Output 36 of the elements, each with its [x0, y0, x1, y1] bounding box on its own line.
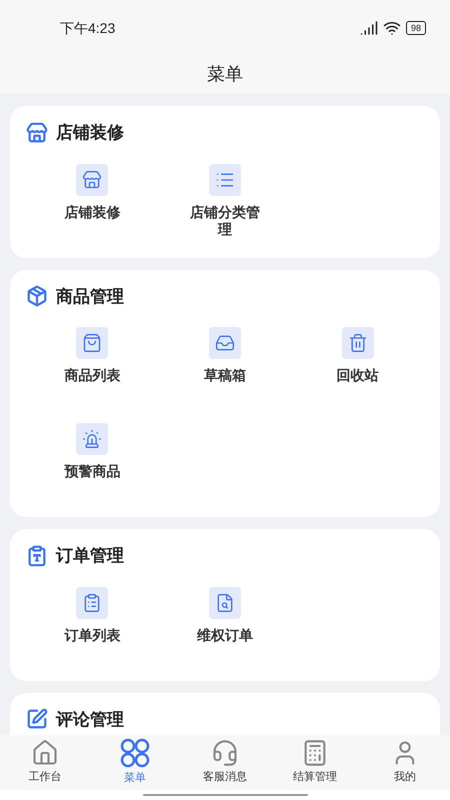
section-title: 商品管理: [56, 286, 124, 308]
battery-indicator: 98: [406, 21, 426, 35]
menu-item[interactable]: 订单列表: [26, 586, 159, 664]
edit-icon: [26, 708, 48, 730]
menu-item[interactable]: 回收站: [291, 327, 424, 405]
menu-item[interactable]: 预警商品: [26, 423, 159, 501]
clipboard-icon: [82, 592, 102, 612]
menu-item[interactable]: 草稿箱: [158, 327, 292, 405]
wifi-icon: [382, 19, 401, 37]
section-title: 店铺装修: [56, 122, 124, 144]
siren-icon: [82, 429, 102, 449]
storefront-icon: [26, 122, 48, 144]
inbox-icon: [214, 333, 235, 353]
house-icon: [31, 739, 59, 768]
grid-icon: [120, 738, 150, 768]
page-title: 菜单: [207, 63, 243, 86]
trash-icon: [348, 333, 368, 353]
tab-item[interactable]: 结算管理: [270, 735, 360, 790]
menu-item[interactable]: 商品列表: [26, 327, 159, 405]
signal-icon: [360, 19, 378, 37]
headset-icon: [211, 739, 239, 768]
section-title: 评论管理: [56, 708, 124, 730]
tab-item[interactable]: 客服消息: [180, 735, 270, 790]
status-time: 下午4:23: [60, 18, 116, 38]
section-title: 订单管理: [56, 545, 124, 567]
tab-item[interactable]: 菜单: [90, 735, 180, 790]
storefront-icon: [82, 170, 102, 190]
menu-item[interactable]: 店铺分类管理: [158, 164, 292, 242]
menu-item[interactable]: 维权订单: [158, 586, 292, 664]
menu-item[interactable]: 店铺装修: [26, 164, 159, 242]
box-icon: [26, 285, 48, 308]
clipboard-icon: [26, 544, 48, 567]
tab-item[interactable]: 我的: [360, 735, 450, 790]
tab-item[interactable]: 工作台: [0, 735, 90, 790]
bag-icon: [82, 333, 102, 353]
document-search-icon: [214, 592, 235, 612]
